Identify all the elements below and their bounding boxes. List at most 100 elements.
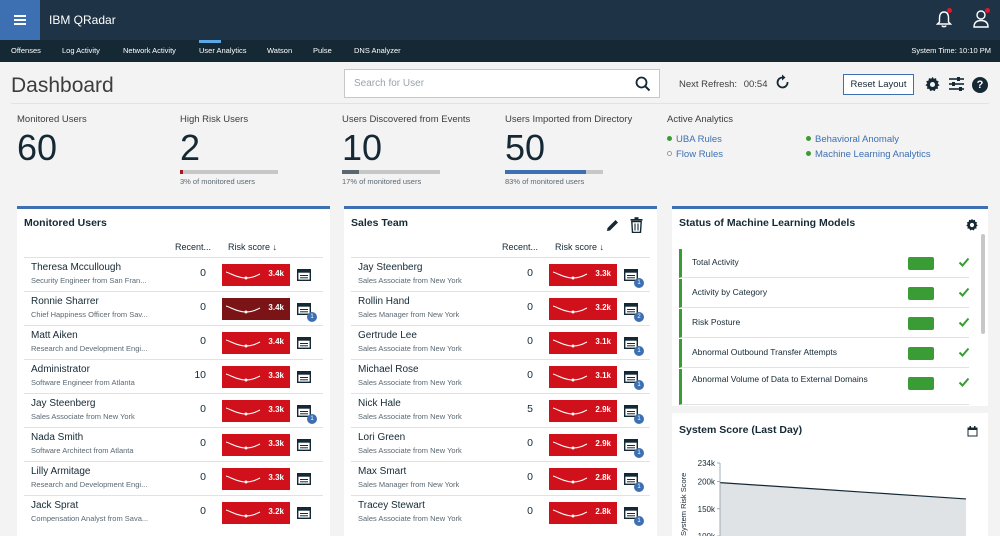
risk-score-badge[interactable]: 2.8k [549,468,617,490]
table-row[interactable]: Lilly Armitage Research and Development E… [24,461,323,495]
risk-sparkline-icon [226,373,261,382]
risk-score-badge[interactable]: 2.8k [549,502,617,524]
risk-score-badge[interactable]: 3.3k [222,468,290,490]
user-name[interactable]: Tracey Stewart [358,500,425,511]
settings-gear-icon[interactable] [965,218,979,232]
ml-model-name: Abnormal Outbound Transfer Attempts [692,347,838,357]
risk-score-badge[interactable]: 3.2k [222,502,290,524]
user-name[interactable]: Theresa Mccullough [31,262,121,273]
notification-count-badge: 1 [634,448,644,458]
column-header-label: Risk score [555,242,598,252]
risk-score-badge[interactable]: 3.3k [222,434,290,456]
table-row[interactable]: Lori Green Sales Associate from New York 0… [351,427,650,461]
hamburger-menu-button[interactable] [0,0,40,40]
nav-item-log-activity[interactable]: Log Activity [62,46,100,55]
refresh-icon[interactable] [775,74,791,92]
settings-gear-icon[interactable] [924,76,941,93]
table-row[interactable]: Nick Hale Sales Associate from New York 5 2… [351,393,650,427]
table-row[interactable]: Theresa Mccullough Security Engineer from… [24,257,323,291]
user-card-icon[interactable] [297,472,311,485]
user-name[interactable]: Jay Steenberg [358,262,423,273]
scrollbar[interactable] [981,234,985,334]
ml-model-row[interactable]: Activity by Category [679,279,970,308]
risk-score-badge[interactable]: 3.3k [549,264,617,286]
risk-score-badge[interactable]: 3.1k [549,366,617,388]
recent-count: 0 [200,301,206,313]
user-name[interactable]: Jack Sprat [31,500,78,511]
ml-model-row[interactable]: Abnormal Outbound Transfer Attempts [679,339,970,368]
page-title: Dashboard [11,74,114,97]
table-row[interactable]: Matt Aiken Research and Development Engi.… [24,325,323,359]
analytics-uba-rules-link[interactable]: UBA Rules [667,134,722,145]
user-name[interactable]: Nick Hale [358,398,401,409]
edit-pencil-icon[interactable] [605,218,620,233]
table-row[interactable]: Michael Rose Sales Associate from New Yor… [351,359,650,393]
user-card-icon[interactable] [297,370,311,383]
ml-model-row[interactable]: Abnormal Volume of Data to External Doma… [679,369,970,405]
table-row[interactable]: Administrator Software Engineer from Atla… [24,359,323,393]
nav-item-offenses[interactable]: Offenses [11,46,41,55]
nav-item-network-activity[interactable]: Network Activity [123,46,176,55]
user-name[interactable]: Nada Smith [31,432,83,443]
column-header-risk-score[interactable]: Risk score ↓ [228,242,277,252]
nav-item-dns-analyzer[interactable]: DNS Analyzer [354,46,401,55]
nav-item-pulse[interactable]: Pulse [313,46,332,55]
notification-count-badge: 1 [634,482,644,492]
ml-model-row[interactable]: Risk Posture [679,309,970,338]
analytics-behavioral-anomaly-link[interactable]: Behavioral Anomaly [806,134,899,145]
risk-score-badge[interactable]: 3.4k [222,332,290,354]
user-card-icon[interactable] [297,268,311,281]
user-name[interactable]: Michael Rose [358,364,419,375]
nav-item-user-analytics[interactable]: User Analytics [199,46,247,55]
user-name[interactable]: Administrator [31,364,90,375]
user-name[interactable]: Max Smart [358,466,406,477]
risk-score-badge[interactable]: 3.4k [222,298,290,320]
user-card-icon[interactable] [297,336,311,349]
system-score-panel: System Score (Last Day) 234k200k150k100k… [672,413,988,536]
risk-score-badge[interactable]: 3.4k [222,264,290,286]
system-score-chart: 234k 200k 150k 100k System Risk Score [679,459,967,536]
user-card-icon[interactable] [297,506,311,519]
table-row[interactable]: Jack Sprat Compensation Analyst from Sava… [24,495,323,529]
risk-score-badge[interactable]: 3.3k [222,400,290,422]
risk-score-value: 3.4k [268,303,284,312]
risk-score-badge[interactable]: 2.9k [549,434,617,456]
risk-score-badge[interactable]: 2.9k [549,400,617,422]
table-row[interactable]: Max Smart Sales Manager from New York 0 2.8… [351,461,650,495]
risk-score-badge[interactable]: 3.1k [549,332,617,354]
table-row[interactable]: Nada Smith Software Architect from Atlant… [24,427,323,461]
reset-layout-button[interactable]: Reset Layout [843,74,914,95]
user-card-icon[interactable] [297,438,311,451]
ml-model-row[interactable]: Total Activity [679,249,970,278]
user-name[interactable]: Matt Aiken [31,330,78,341]
table-row[interactable]: Rollin Hand Sales Manager from New York 0 3… [351,291,650,325]
risk-score-badge[interactable]: 3.2k [549,298,617,320]
notification-count-badge: 2 [634,312,644,322]
nav-item-watson[interactable]: Watson [267,46,292,55]
table-row[interactable]: Gertrude Lee Sales Associate from New Yor… [351,325,650,359]
table-row[interactable]: Tracey Stewart Sales Associate from New Y… [351,495,650,529]
column-header-recent[interactable]: Recent... [175,242,211,252]
table-row[interactable]: Jay Steenberg Sales Associate from New Yo… [351,257,650,291]
column-header-recent[interactable]: Recent... [502,242,538,252]
help-icon[interactable]: ? [972,77,988,93]
user-description: Security Engineer from San Fran... [31,276,147,285]
user-name[interactable]: Lilly Armitage [31,466,90,477]
filter-sliders-icon[interactable] [948,76,965,92]
analytics-flow-rules-link[interactable]: Flow Rules [667,149,723,160]
delete-trash-icon[interactable] [630,217,643,233]
user-description: Sales Associate from New York [31,412,135,421]
user-name[interactable]: Lori Green [358,432,405,443]
analytics-ml-analytics-link[interactable]: Machine Learning Analytics [806,149,931,160]
user-name[interactable]: Rollin Hand [358,296,410,307]
user-name[interactable]: Ronnie Sharrer [31,296,99,307]
stat-subtext: 3% of monitored users [180,177,256,186]
column-header-risk-score[interactable]: Risk score ↓ [555,242,604,252]
search-icon[interactable] [635,76,651,92]
user-name[interactable]: Gertrude Lee [358,330,417,341]
table-row[interactable]: Ronnie Sharrer Chief Happiness Officer fr… [24,291,323,325]
user-name[interactable]: Jay Steenberg [31,398,96,409]
table-row[interactable]: Jay Steenberg Sales Associate from New Yo… [24,393,323,427]
risk-score-badge[interactable]: 3.3k [222,366,290,388]
search-input[interactable] [345,70,615,97]
